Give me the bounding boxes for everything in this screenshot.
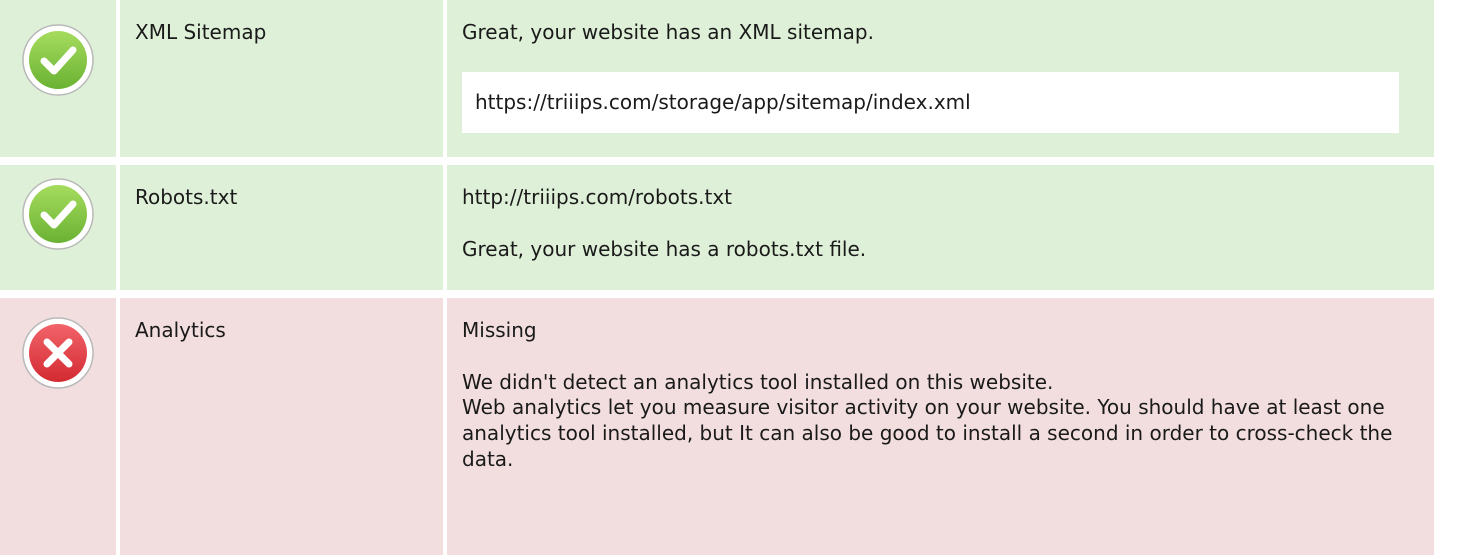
check-circle-icon — [22, 24, 94, 96]
check-name-cell: Robots.txt — [120, 165, 443, 290]
check-name: Robots.txt — [135, 185, 238, 209]
seo-report: XML Sitemap Great, your website has an X… — [0, 0, 1459, 555]
robots-url[interactable]: http://triiips.com/robots.txt — [462, 185, 1434, 209]
sitemap-url[interactable]: https://triiips.com/storage/app/sitemap/… — [462, 72, 1399, 133]
check-explanation: Web analytics let you measure visitor ac… — [462, 395, 1393, 471]
check-name-cell: Analytics — [120, 298, 443, 555]
status-cell — [0, 0, 116, 157]
check-name-cell: XML Sitemap — [120, 0, 443, 157]
check-message: Great, your website has a robots.txt fil… — [462, 237, 867, 261]
check-value: Missing — [462, 318, 537, 342]
check-name: Analytics — [135, 318, 226, 342]
check-detail-cell: Great, your website has an XML sitemap. … — [447, 0, 1434, 157]
check-name: XML Sitemap — [135, 20, 267, 44]
check-row-analytics: Analytics Missing We didn't detect an an… — [0, 298, 1434, 555]
status-cell — [0, 165, 116, 290]
check-message: Great, your website has an XML sitemap. — [462, 20, 874, 44]
check-detail-cell: http://triiips.com/robots.txt Great, you… — [447, 165, 1434, 290]
check-row-robots-txt: Robots.txt http://triiips.com/robots.txt… — [0, 165, 1434, 290]
check-row-xml-sitemap: XML Sitemap Great, your website has an X… — [0, 0, 1434, 157]
check-circle-icon — [22, 178, 94, 250]
check-message: We didn't detect an analytics tool insta… — [462, 370, 1054, 394]
check-detail-cell: Missing We didn't detect an analytics to… — [447, 298, 1434, 555]
error-circle-icon — [22, 317, 94, 389]
status-cell — [0, 298, 116, 555]
